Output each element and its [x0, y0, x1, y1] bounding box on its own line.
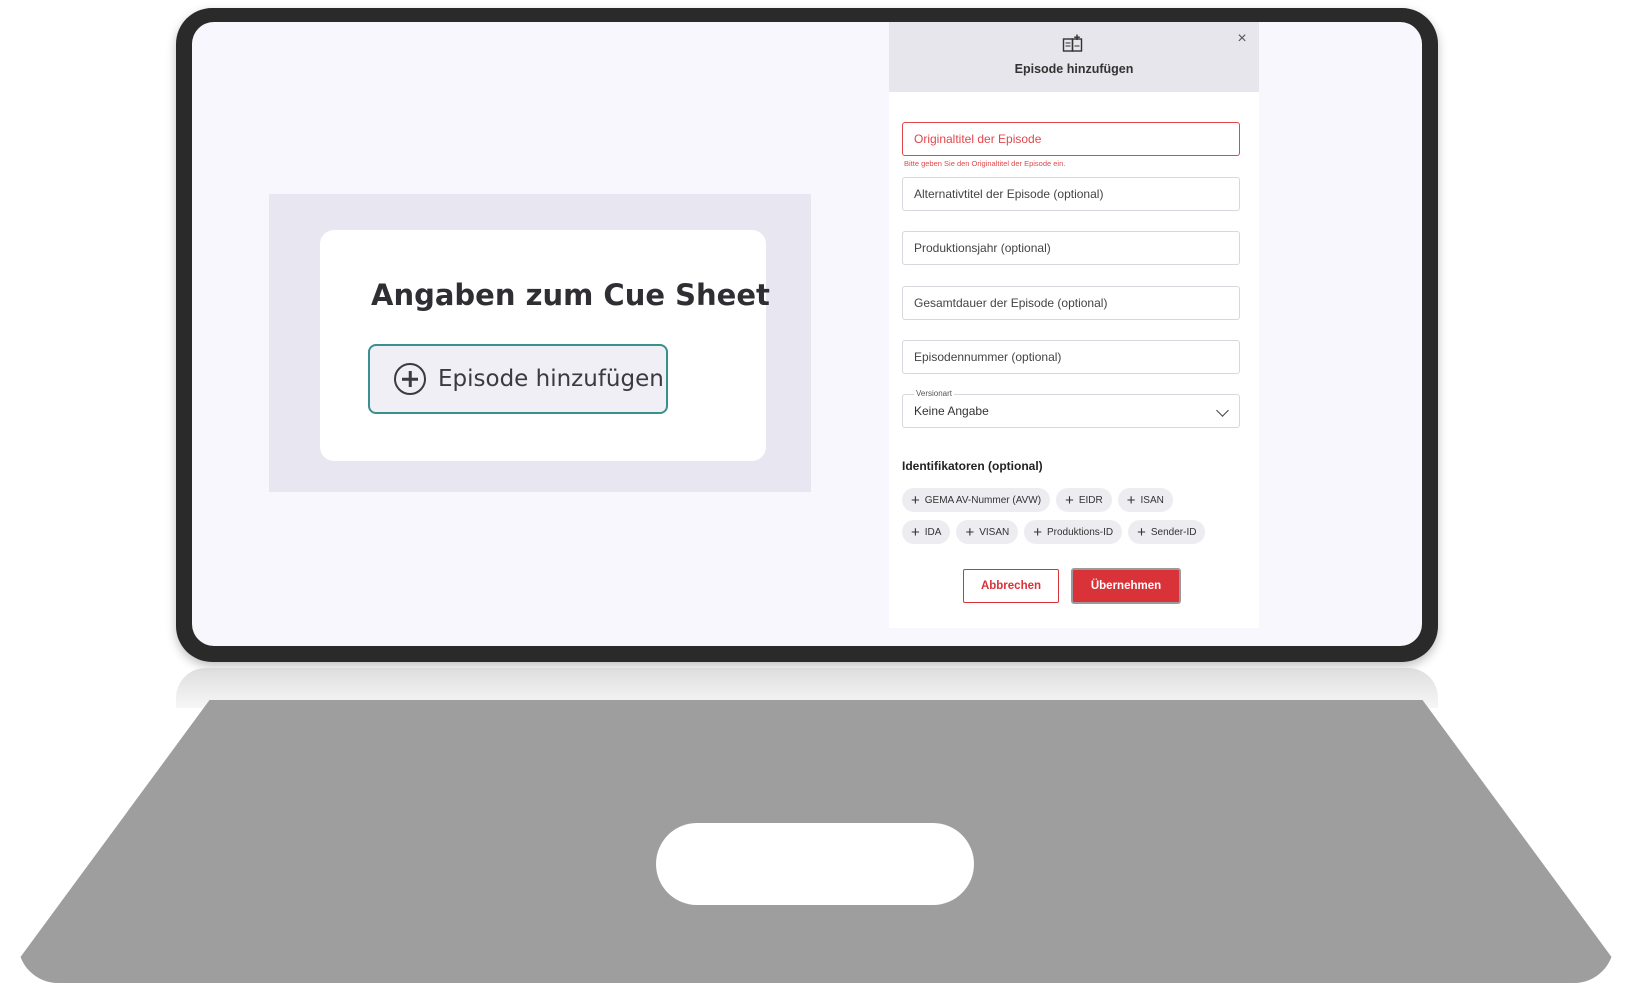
- chip-label: IDA: [924, 526, 942, 538]
- chevron-down-icon: [1216, 404, 1229, 417]
- plus-icon: +: [911, 523, 920, 541]
- add-episode-dialog: Episode hinzufügen × Originaltitel der E…: [889, 22, 1259, 628]
- plus-icon: +: [911, 491, 920, 509]
- add-episode-button[interactable]: Episode hinzufügen: [368, 344, 668, 414]
- original-title-field[interactable]: Originaltitel der Episode: [902, 122, 1240, 156]
- plus-icon: +: [1137, 523, 1146, 541]
- chip-label: Sender-ID: [1150, 526, 1197, 538]
- close-icon[interactable]: ×: [1233, 30, 1251, 48]
- stage: Angaben zum Cue Sheet Episode hinzufügen…: [0, 0, 1632, 983]
- original-title-error: Bitte geben Sie den Originaltitel der Ep…: [904, 159, 1066, 168]
- total-duration-field[interactable]: Gesamtdauer der Episode (optional): [902, 286, 1240, 320]
- plus-circle-icon: [394, 363, 426, 395]
- chip-label: EIDR: [1078, 494, 1103, 506]
- cue-sheet-title: Angaben zum Cue Sheet: [371, 278, 770, 312]
- dialog-title: Episode hinzufügen: [1014, 62, 1134, 76]
- production-year-field[interactable]: Produktionsjahr (optional): [902, 231, 1240, 265]
- identifier-chips-row-1: + GEMA AV-Nummer (AVW) + EIDR + ISAN: [902, 488, 1173, 512]
- chip-ida[interactable]: + IDA: [902, 520, 951, 544]
- version-type-value: Keine Angabe: [914, 404, 989, 418]
- episode-number-field[interactable]: Episodennummer (optional): [902, 340, 1240, 374]
- chip-label: ISAN: [1140, 494, 1164, 506]
- add-episode-button-label: Episode hinzufügen: [438, 366, 664, 392]
- chip-produktions-id[interactable]: + Produktions-ID: [1024, 520, 1123, 544]
- dialog-header: Episode hinzufügen ×: [889, 22, 1259, 92]
- alternative-title-field[interactable]: Alternativtitel der Episode (optional): [902, 177, 1240, 211]
- plus-icon: +: [965, 523, 975, 541]
- chip-sender-id[interactable]: + Sender-ID: [1128, 520, 1206, 544]
- identifier-chips-row-2: + IDA + VISAN + Produktions-ID + Sender-…: [902, 520, 1206, 544]
- identifiers-heading: Identifikatoren (optional): [902, 459, 1043, 473]
- chip-label: Produktions-ID: [1046, 526, 1114, 538]
- plus-icon: +: [1065, 491, 1074, 509]
- plus-icon: +: [1033, 523, 1042, 541]
- chip-label: GEMA AV-Nummer (AVW): [924, 494, 1042, 506]
- chip-label: VISAN: [979, 526, 1010, 538]
- laptop-trackpad: [656, 823, 974, 905]
- plus-icon: +: [1126, 491, 1136, 509]
- apply-button[interactable]: Übernehmen: [1071, 568, 1181, 604]
- chip-isan[interactable]: + ISAN: [1117, 488, 1173, 512]
- chip-visan[interactable]: + VISAN: [956, 520, 1019, 544]
- chip-gema-av-nummer[interactable]: + GEMA AV-Nummer (AVW): [902, 488, 1051, 512]
- book-add-icon: [1062, 34, 1083, 52]
- cancel-button[interactable]: Abbrechen: [963, 569, 1059, 603]
- chip-eidr[interactable]: + EIDR: [1056, 488, 1112, 512]
- version-type-select[interactable]: Versionart Keine Angabe: [902, 389, 1240, 428]
